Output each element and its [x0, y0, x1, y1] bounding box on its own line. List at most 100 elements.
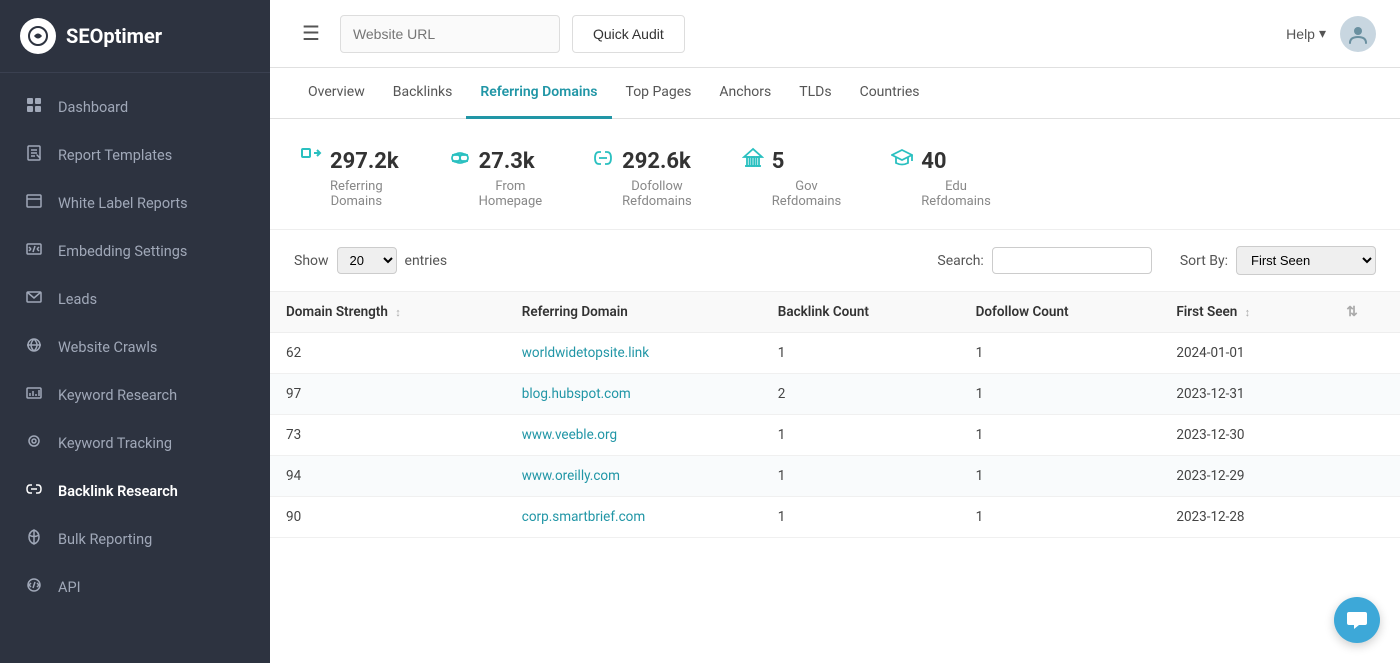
- cell-dofollow-count: 1: [960, 415, 1161, 456]
- help-chevron-icon: ▾: [1319, 25, 1326, 42]
- domain-link[interactable]: corp.smartbrief.com: [522, 509, 645, 525]
- tab-anchors[interactable]: Anchors: [705, 68, 785, 119]
- cell-first-seen: 2023-12-30: [1160, 415, 1330, 456]
- edu-refdomains-icon: [891, 147, 913, 175]
- table-controls: Show 102050100 entries Search: Sort By: …: [270, 230, 1400, 291]
- cell-backlink-count: 2: [762, 374, 960, 415]
- table-row: 90 corp.smartbrief.com 1 1 2023-12-28: [270, 497, 1400, 538]
- entries-select[interactable]: 102050100: [337, 247, 397, 274]
- topbar-right: Help ▾: [1286, 16, 1376, 52]
- table-body: 62 worldwidetopsite.link 1 1 2024-01-01 …: [270, 333, 1400, 538]
- cell-extra: [1330, 374, 1400, 415]
- tab-referring-domains[interactable]: Referring Domains: [466, 68, 611, 119]
- sidebar-label-dashboard: Dashboard: [58, 99, 128, 116]
- cell-extra: [1330, 456, 1400, 497]
- cell-dofollow-count: 1: [960, 333, 1161, 374]
- sort-select[interactable]: First SeenDomain StrengthBacklink CountD…: [1236, 246, 1376, 275]
- sidebar-item-leads[interactable]: Leads: [0, 275, 270, 323]
- tab-overview[interactable]: Overview: [294, 68, 379, 119]
- col-header-referring-domain: Referring Domain: [506, 292, 762, 333]
- keyword-research-icon: [24, 385, 44, 405]
- cell-first-seen: 2023-12-28: [1160, 497, 1330, 538]
- tab-tlds[interactable]: TLDs: [785, 68, 845, 119]
- sidebar-item-report-templates[interactable]: Report Templates: [0, 131, 270, 179]
- bulk-reporting-icon: [24, 529, 44, 549]
- sidebar-item-backlink-research[interactable]: Backlink Research: [0, 467, 270, 515]
- filter-icon: ⇅: [1346, 304, 1357, 320]
- cell-domain-strength: 94: [270, 456, 506, 497]
- sidebar-item-keyword-research[interactable]: Keyword Research: [0, 371, 270, 419]
- hamburger-button[interactable]: ☰: [294, 17, 328, 50]
- stat-from-homepage: 27.3k FromHomepage: [449, 147, 543, 209]
- sidebar-item-bulk-reporting[interactable]: Bulk Reporting: [0, 515, 270, 563]
- sidebar: SEOptimer Dashboard Report Templates Whi…: [0, 0, 270, 663]
- url-input[interactable]: [340, 15, 560, 53]
- col-header-domain-strength[interactable]: Domain Strength ↕: [270, 292, 506, 333]
- sidebar-item-website-crawls[interactable]: Website Crawls: [0, 323, 270, 371]
- table-header-row: Domain Strength ↕Referring DomainBacklin…: [270, 292, 1400, 333]
- table-row: 94 www.oreilly.com 1 1 2023-12-29: [270, 456, 1400, 497]
- chat-bubble[interactable]: [1334, 597, 1380, 643]
- tab-top-pages[interactable]: Top Pages: [612, 68, 706, 119]
- show-label: Show: [294, 253, 329, 269]
- sidebar-item-dashboard[interactable]: Dashboard: [0, 83, 270, 131]
- cell-backlink-count: 1: [762, 333, 960, 374]
- sidebar-label-keyword-tracking: Keyword Tracking: [58, 435, 172, 452]
- app-name: SEOptimer: [66, 24, 162, 48]
- report-templates-icon: [24, 145, 44, 165]
- cell-referring-domain[interactable]: corp.smartbrief.com: [506, 497, 762, 538]
- help-button[interactable]: Help ▾: [1286, 25, 1326, 42]
- cell-referring-domain[interactable]: worldwidetopsite.link: [506, 333, 762, 374]
- stat-gov-refdomains: 5 GovRefdomains: [742, 147, 842, 209]
- cell-first-seen: 2023-12-29: [1160, 456, 1330, 497]
- table-row: 62 worldwidetopsite.link 1 1 2024-01-01: [270, 333, 1400, 374]
- domain-link[interactable]: worldwidetopsite.link: [522, 345, 649, 361]
- dofollow-refdomains-icon: [592, 147, 614, 175]
- search-label: Search:: [937, 253, 983, 269]
- domain-link[interactable]: blog.hubspot.com: [522, 386, 631, 402]
- quick-audit-button[interactable]: Quick Audit: [572, 15, 685, 53]
- cell-domain-strength: 90: [270, 497, 506, 538]
- stat-value-from-homepage: 27.3k: [449, 147, 535, 175]
- cell-referring-domain[interactable]: www.veeble.org: [506, 415, 762, 456]
- tab-backlinks[interactable]: Backlinks: [379, 68, 467, 119]
- domain-link[interactable]: www.oreilly.com: [522, 468, 620, 484]
- sidebar-item-white-label-reports[interactable]: White Label Reports: [0, 179, 270, 227]
- topbar: ☰ Quick Audit Help ▾: [270, 0, 1400, 68]
- sort-arrow-icon: ↕: [1245, 306, 1251, 319]
- dashboard-icon: [24, 97, 44, 117]
- embedding-settings-icon: [24, 241, 44, 261]
- cell-backlink-count: 1: [762, 456, 960, 497]
- cell-referring-domain[interactable]: www.oreilly.com: [506, 456, 762, 497]
- data-table: Domain Strength ↕Referring DomainBacklin…: [270, 291, 1400, 538]
- sort-arrow-icon: ↕: [395, 306, 401, 319]
- col-header-filter[interactable]: ⇅: [1330, 292, 1400, 333]
- col-header-first-seen[interactable]: First Seen ↕: [1160, 292, 1330, 333]
- sidebar-item-keyword-tracking[interactable]: Keyword Tracking: [0, 419, 270, 467]
- sidebar-item-api[interactable]: API: [0, 563, 270, 611]
- domain-link[interactable]: www.veeble.org: [522, 427, 617, 443]
- stat-label-dofollow-refdomains: DofollowRefdomains: [592, 179, 692, 209]
- sidebar-nav: Dashboard Report Templates White Label R…: [0, 73, 270, 663]
- stat-label-from-homepage: FromHomepage: [449, 179, 543, 209]
- tabs-bar: OverviewBacklinksReferring DomainsTop Pa…: [270, 68, 1400, 119]
- col-header-backlink-count: Backlink Count: [762, 292, 960, 333]
- cell-dofollow-count: 1: [960, 497, 1161, 538]
- cell-backlink-count: 1: [762, 497, 960, 538]
- user-avatar[interactable]: [1340, 16, 1376, 52]
- sidebar-label-website-crawls: Website Crawls: [58, 339, 157, 356]
- sidebar-label-api: API: [58, 579, 81, 596]
- search-input[interactable]: [992, 247, 1152, 274]
- website-crawls-icon: [24, 337, 44, 357]
- sidebar-item-embedding-settings[interactable]: Embedding Settings: [0, 227, 270, 275]
- cell-extra: [1330, 333, 1400, 374]
- cell-dofollow-count: 1: [960, 374, 1161, 415]
- cell-first-seen: 2024-01-01: [1160, 333, 1330, 374]
- stat-value-referring-domains: 297.2k: [300, 147, 399, 175]
- stat-label-edu-refdomains: EduRefdomains: [891, 179, 991, 209]
- cell-domain-strength: 62: [270, 333, 506, 374]
- cell-referring-domain[interactable]: blog.hubspot.com: [506, 374, 762, 415]
- stat-value-edu-refdomains: 40: [891, 147, 946, 175]
- tab-countries[interactable]: Countries: [846, 68, 934, 119]
- gov-refdomains-icon: [742, 147, 764, 175]
